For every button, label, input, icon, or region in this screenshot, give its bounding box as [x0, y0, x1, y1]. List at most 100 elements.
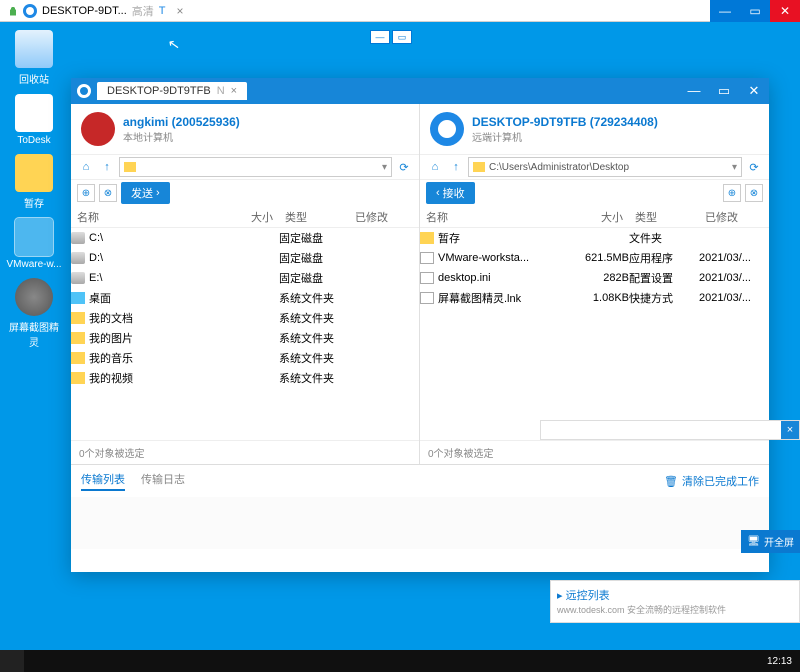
folder-icon [473, 162, 485, 172]
up-button[interactable]: ↑ [447, 158, 465, 176]
file-icon [420, 232, 434, 244]
remote-list-sub: www.todesk.com 安全流畅的远程控制软件 [557, 603, 793, 616]
file-row[interactable]: 桌面 系统文件夹 [71, 288, 419, 308]
file-row[interactable]: 我的图片 系统文件夹 [71, 328, 419, 348]
dropdown-icon[interactable]: ▾ [382, 162, 387, 173]
receive-button[interactable]: ‹接收 [426, 182, 475, 204]
close-icon[interactable]: × [177, 4, 184, 18]
new-folder-button[interactable]: ⊕ [77, 184, 95, 202]
body: angkimi (200525936) 本地计算机 ⌂ ↑ ▾ ⟳ ⊕ [71, 104, 769, 572]
col-name[interactable]: 名称 [420, 209, 567, 225]
desktop-icon[interactable]: ToDesk [6, 94, 62, 146]
close-button[interactable]: ✕ [770, 0, 800, 22]
app-icon [15, 278, 53, 316]
transfer-tabs: 传输列表 传输日志 🗑 清除已完成工作 [71, 465, 769, 497]
outer-tabbar: DESKTOP-9DT... 高清 T × [0, 0, 800, 22]
column-headers: 名称 大小 类型 已修改 [420, 206, 769, 228]
delete-button[interactable]: ⊗ [745, 184, 763, 202]
send-button[interactable]: 发送› [121, 182, 170, 204]
col-type[interactable]: 类型 [279, 209, 349, 225]
minimize-button[interactable]: — [710, 0, 740, 22]
taskbar[interactable]: 12:13 [0, 650, 800, 672]
tab-queue[interactable]: 传输列表 [81, 471, 125, 491]
avatar [430, 112, 464, 146]
desktop-icon[interactable]: 屏幕截图精灵 [6, 278, 62, 349]
tab-badge: T [159, 5, 166, 17]
close-icon[interactable]: × [231, 85, 237, 97]
tab-log[interactable]: 传输日志 [141, 471, 185, 491]
file-row[interactable]: 暂存 文件夹 [420, 228, 769, 248]
file-icon [420, 252, 434, 264]
file-icon [71, 332, 85, 344]
minimize-button[interactable]: — [679, 83, 709, 99]
file-row[interactable]: D:\ 固定磁盘 [71, 248, 419, 268]
file-modified: 2021/03/... [699, 272, 769, 284]
file-type: 系统文件夹 [279, 310, 349, 326]
delete-button[interactable]: ⊗ [99, 184, 117, 202]
maximize-button[interactable]: ▭ [709, 83, 739, 99]
file-list[interactable]: C:\ 固定磁盘 D:\ 固定磁盘 E:\ 固定磁盘 桌面 系统文件夹 我的文档… [71, 228, 419, 440]
file-row[interactable]: E:\ 固定磁盘 [71, 268, 419, 288]
status-text: 0个对象被选定 [71, 440, 419, 464]
pane-header: DESKTOP-9DT9TFB (729234408) 远端计算机 [420, 104, 769, 154]
path-text: C:\Users\Administrator\Desktop [489, 162, 629, 173]
file-name: C:\ [89, 232, 103, 244]
file-type: 系统文件夹 [279, 370, 349, 386]
file-name: VMware-worksta... [438, 252, 529, 264]
outer-tab[interactable]: DESKTOP-9DT... 高清 T × [0, 0, 192, 21]
new-folder-button[interactable]: ⊕ [723, 184, 741, 202]
path-input[interactable]: C:\Users\Administrator\Desktop ▾ [468, 157, 742, 177]
window-controls: — ▭ ✕ [710, 0, 800, 22]
tab-badge: 高清 [132, 3, 154, 19]
file-icon [71, 252, 85, 264]
file-row[interactable]: VMware-worksta... 621.5MB 应用程序 2021/03/.… [420, 248, 769, 268]
clock[interactable]: 12:13 [767, 656, 800, 667]
maximize-button[interactable]: ▭ [392, 30, 412, 44]
col-size[interactable]: 大小 [567, 209, 629, 225]
file-row[interactable]: C:\ 固定磁盘 [71, 228, 419, 248]
remote-title: DESKTOP-9DT9TFB (729234408) [472, 115, 658, 129]
fullscreen-strip[interactable]: 🖥 开全屏 [741, 530, 800, 553]
file-row[interactable]: 我的视频 系统文件夹 [71, 368, 419, 388]
file-row[interactable]: desktop.ini 282B 配置设置 2021/03/... [420, 268, 769, 288]
file-modified: 2021/03/... [699, 252, 769, 264]
desktop-icon[interactable]: 回收站 [6, 30, 62, 86]
remote-list-panel[interactable]: ▸ 远控列表 www.todesk.com 安全流畅的远程控制软件 [550, 580, 800, 623]
col-type[interactable]: 类型 [629, 209, 699, 225]
desktop-icon[interactable]: 暂存 [6, 154, 62, 210]
refresh-button[interactable]: ⟳ [745, 158, 763, 176]
col-mod[interactable]: 已修改 [349, 209, 419, 225]
window-tab[interactable]: DESKTOP-9DT9TFB N × [97, 82, 247, 100]
avatar [81, 112, 115, 146]
icon-label: 回收站 [6, 71, 62, 86]
home-button[interactable]: ⌂ [77, 158, 95, 176]
file-row[interactable]: 屏幕截图精灵.lnk 1.08KB 快捷方式 2021/03/... [420, 288, 769, 308]
maximize-button[interactable]: ▭ [740, 0, 770, 22]
path-input[interactable]: ▾ [119, 157, 392, 177]
minimize-button[interactable]: — [370, 30, 390, 44]
close-button[interactable]: ✕ [739, 83, 769, 99]
file-icon [71, 272, 85, 284]
col-mod[interactable]: 已修改 [699, 209, 769, 225]
file-list[interactable]: 暂存 文件夹 VMware-worksta... 621.5MB 应用程序 20… [420, 228, 769, 440]
file-row[interactable]: 我的文档 系统文件夹 [71, 308, 419, 328]
file-name: 我的图片 [89, 330, 133, 346]
lock-icon [8, 6, 18, 16]
col-name[interactable]: 名称 [71, 209, 217, 225]
titlebar[interactable]: DESKTOP-9DT9TFB N × — ▭ ✕ [71, 78, 769, 104]
refresh-button[interactable]: ⟳ [395, 158, 413, 176]
close-icon[interactable]: × [781, 421, 799, 439]
start-button[interactable] [0, 650, 24, 672]
status-text: 0个对象被选定 [420, 440, 769, 464]
up-button[interactable]: ↑ [98, 158, 116, 176]
col-size[interactable]: 大小 [217, 209, 279, 225]
file-name: 我的视频 [89, 370, 133, 386]
desktop-icon[interactable]: VMware-w... [6, 218, 62, 270]
file-icon [71, 232, 85, 244]
home-button[interactable]: ⌂ [426, 158, 444, 176]
file-type: 固定磁盘 [279, 270, 349, 286]
file-type: 文件夹 [629, 230, 699, 246]
dropdown-icon[interactable]: ▾ [732, 162, 737, 173]
clear-completed-button[interactable]: 🗑 清除已完成工作 [664, 471, 759, 491]
file-row[interactable]: 我的音乐 系统文件夹 [71, 348, 419, 368]
